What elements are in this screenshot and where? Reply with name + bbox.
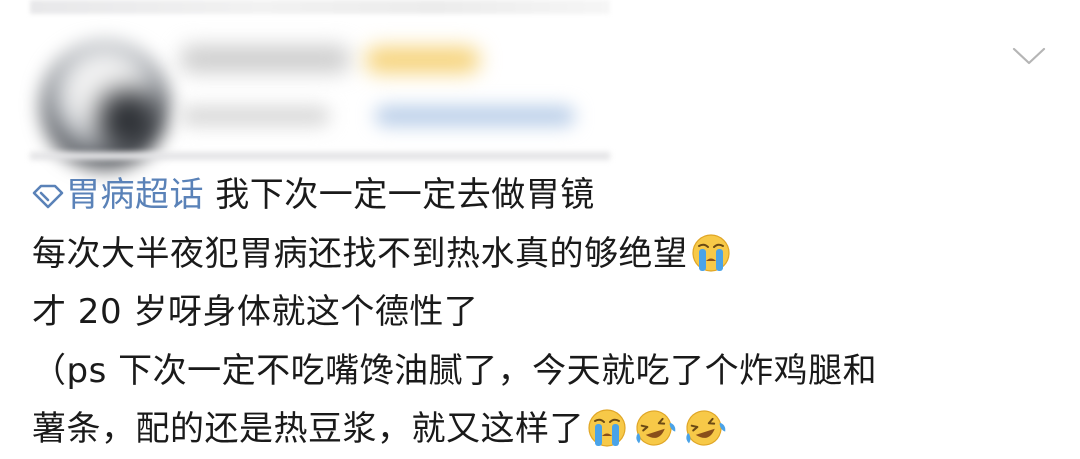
crying-emoji-icon [691,233,730,272]
header-divider [30,152,610,160]
username-obscured[interactable] [180,45,350,73]
post-text: 才 20 岁呀身体就这个德性了 [32,292,479,332]
laughing-crying-emoji-icon [686,410,726,446]
post-text: （ps 下次一定不吃嘴馋油腻了，今天就吃了个炸鸡腿和 [32,350,878,391]
post-content: 胃病超话 我下次一定一定去做胃镜 每次大半夜犯胃病还找不到热水真的够绝望 才 2… [32,166,1062,459]
topic-label: 胃病超话 [66,175,204,215]
post-text: 薯条，配的还是热豆浆，就又这样了 [32,409,584,449]
post-line-3: 才 20 岁呀身体就这个德性了 [32,283,1062,342]
diamond-icon [32,184,64,209]
laughing-crying-emoji-icon [636,410,676,446]
post-line-1: 胃病超话 我下次一定一定去做胃镜 [32,166,1062,225]
previous-content-blur [30,0,610,14]
post-line-2: 每次大半夜犯胃病还找不到热水真的够绝望 [32,225,1062,284]
post-text: 每次大半夜犯胃病还找不到热水真的够绝望 [32,233,688,274]
avatar[interactable] [40,40,170,170]
chevron-down-icon[interactable] [1012,46,1046,66]
crying-emoji-icon [588,409,626,447]
post-source-obscured[interactable] [375,106,575,126]
post-text: 我下次一定一定去做胃镜 [204,175,595,215]
post-time-obscured [180,106,330,126]
vip-badge-obscured [365,47,480,73]
post-line-4: （ps 下次一定不吃嘴馋油腻了，今天就吃了个炸鸡腿和 [32,342,1062,401]
post-header [30,0,610,170]
post-line-5: 薯条，配的还是热豆浆，就又这样了 [32,400,1062,459]
topic-link[interactable]: 胃病超话 [32,166,204,225]
avatar-shape [98,90,158,150]
